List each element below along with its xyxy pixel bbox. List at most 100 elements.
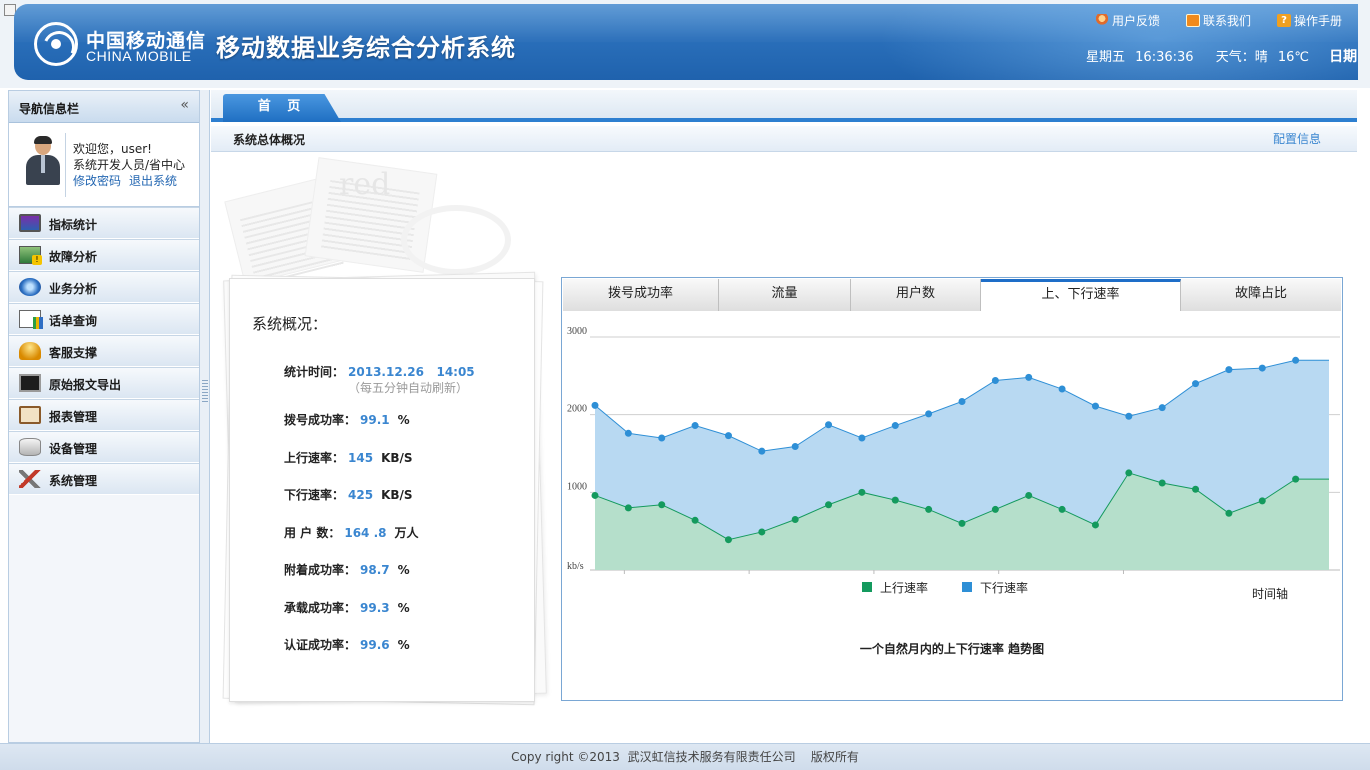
header-links: 用户反馈 联系我们 ? 操作手册 [1094, 12, 1342, 29]
main-tabbar: 首 页 [211, 90, 1357, 122]
y-tick-label: 3000 [567, 326, 587, 337]
tab-home[interactable]: 首 页 [223, 94, 341, 122]
data-point [1058, 505, 1066, 513]
data-point [1258, 364, 1266, 372]
sidebar-item-fault-analysis[interactable]: 故障分析 [9, 239, 199, 271]
y-axis-label: kb/s [567, 561, 584, 572]
welcome-text: 欢迎您，user! [73, 142, 152, 156]
chart-panel: 拨号成功率 流量 用户数 上、下行速率 故障占比 1000 2000 3000 kb/… [561, 277, 1343, 701]
data-point [691, 516, 699, 524]
legend-swatch [862, 582, 872, 592]
sidebar-item-business-analysis[interactable]: 业务分析 [9, 271, 199, 303]
data-point [1091, 521, 1099, 529]
user-feedback-link[interactable]: 用户反馈 [1094, 12, 1160, 29]
data-point [825, 421, 833, 429]
weather-text: 天气：晴 [1215, 50, 1268, 65]
data-point [791, 516, 799, 524]
data-point [1225, 509, 1233, 517]
legend-swatch [962, 582, 972, 592]
temperature-text: 16℃ [1277, 50, 1309, 65]
data-point [991, 376, 999, 384]
metric-bearer-success: 承载成功率： 99.3% [284, 601, 410, 615]
metric-user-count: 用 户 数： 164 .8 万人 [284, 526, 419, 540]
sidebar: 导航信息栏 « 欢迎您，user! 系统开发人员/省中心 修改密码 退出系统 指标… [8, 90, 200, 743]
chart-title: 一个自然月内的上下行速率 趋势图 [859, 642, 1045, 656]
data-point [925, 505, 933, 513]
data-point [1192, 485, 1200, 493]
legend-label: 上行速率 [880, 580, 928, 595]
splitter-grip-icon[interactable] [202, 380, 208, 404]
data-point [858, 434, 866, 442]
data-point [825, 501, 833, 509]
data-point [891, 422, 899, 430]
sidebar-item-device-management[interactable]: 设备管理 [9, 431, 199, 463]
data-point [958, 397, 966, 405]
data-point [925, 410, 933, 418]
data-point [1091, 402, 1099, 410]
tab-users[interactable]: 用户数 [851, 279, 981, 311]
tab-dial-success[interactable]: 拨号成功率 [563, 279, 719, 311]
data-point [658, 434, 666, 442]
metric-dial-success: 拨号成功率： 99.1% [284, 413, 410, 427]
copyright-text: Copy right ©2013 武汉虹信技术服务有限责任公司 版权所有 [511, 750, 859, 764]
clock-text: 16:36:36 [1135, 50, 1194, 65]
logout-link[interactable]: 退出系统 [129, 174, 177, 188]
data-point [991, 505, 999, 513]
metric-attach-success: 附着成功率： 98.7% [284, 563, 410, 577]
data-point [591, 401, 599, 409]
sidebar-item-report-management[interactable]: 报表管理 [9, 399, 199, 431]
app-header: 中国移动通信 CHINA MOBILE 移动数据业务综合分析系统 用户反馈 联系… [0, 0, 1370, 88]
section-header: 系统总体概况 配置信息 [211, 126, 1357, 152]
data-point [1125, 469, 1133, 477]
overview-card: 系统概况： 统计时间： 2013.12.26 14:05 （每五分钟自动刷新） 拨… [229, 278, 535, 702]
fault-warning-icon [19, 246, 42, 265]
stat-time: 统计时间： 2013.12.26 14:05 [284, 365, 475, 379]
calendar-text[interactable]: 日期 [1329, 49, 1357, 65]
tab-fault-ratio[interactable]: 故障占比 [1181, 279, 1341, 311]
data-point [1025, 373, 1033, 381]
data-point [891, 496, 899, 504]
sidebar-item-system-management[interactable]: 系统管理 [9, 463, 199, 495]
sidebar-item-raw-export[interactable]: 原始报文导出 [9, 367, 199, 399]
sidebar-splitter[interactable] [200, 90, 210, 743]
data-point [1158, 479, 1166, 487]
data-point [1125, 412, 1133, 420]
sidebar-item-bill-query[interactable]: 话单查询 [9, 303, 199, 335]
sidebar-item-indicators[interactable]: 指标统计 [9, 207, 199, 239]
user-feedback-icon [1094, 14, 1109, 27]
monitor-icon [19, 214, 41, 232]
change-password-link[interactable]: 修改密码 [73, 174, 121, 188]
sidebar-collapse-button[interactable]: « [180, 97, 189, 113]
data-point [691, 422, 699, 430]
manual-icon: ? [1276, 14, 1291, 27]
terminal-icon [19, 374, 41, 392]
data-point [1058, 385, 1066, 393]
sidebar-item-customer-support[interactable]: 客服支撑 [9, 335, 199, 367]
config-info-link[interactable]: 配置信息 [1273, 130, 1321, 147]
header-status: 星期五 16:36:36 天气：晴 16℃ 日期 [1086, 46, 1363, 66]
tab-traffic[interactable]: 流量 [719, 279, 851, 311]
contact-us-link[interactable]: 联系我们 [1185, 12, 1251, 29]
avatar [25, 136, 61, 185]
data-point [1225, 366, 1233, 374]
metric-auth-success: 认证成功率： 99.6% [284, 638, 410, 652]
legend-label: 下行速率 [980, 580, 1028, 595]
rate-chart: 1000 2000 3000 kb/s 上行速率 下行速率 时间轴 [567, 326, 1340, 601]
data-point [858, 488, 866, 496]
china-mobile-logo-icon [34, 22, 78, 66]
data-point [1192, 380, 1200, 388]
manual-link[interactable]: ? 操作手册 [1276, 12, 1342, 29]
tab-up-down-rate[interactable]: 上、下行速率 [981, 279, 1181, 311]
data-point [724, 432, 732, 440]
bell-icon [19, 342, 41, 360]
data-point [624, 429, 632, 437]
x-axis-label: 时间轴 [1252, 586, 1288, 601]
user-role: 系统开发人员/省中心 [73, 158, 186, 172]
data-point [1292, 356, 1300, 364]
chart-tabs: 拨号成功率 流量 用户数 上、下行速率 故障占比 [563, 279, 1341, 311]
app-title: 移动数据业务综合分析系统 [216, 34, 516, 62]
y-tick-label: 1000 [567, 481, 587, 492]
data-point [724, 536, 732, 544]
data-point [1292, 475, 1300, 483]
newspaper-decoration: red [221, 157, 541, 288]
